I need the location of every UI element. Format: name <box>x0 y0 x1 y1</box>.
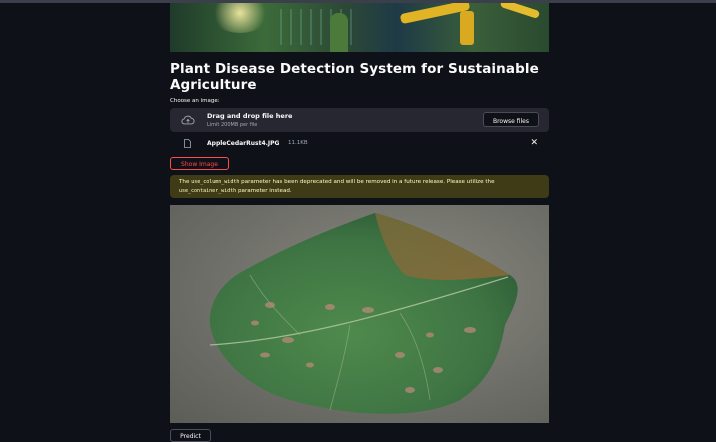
uploaded-file-size: 11.1KB <box>288 140 308 146</box>
uploaded-file-row: AppleCedarRust4.JPG 11.1KB ✕ <box>170 137 549 151</box>
file-icon <box>184 139 191 148</box>
deprecation-warning: The use_column_width parameter has been … <box>170 175 549 198</box>
warning-code-deprecated-param: use_column_width <box>191 179 240 185</box>
predict-button[interactable]: Predict <box>170 429 211 442</box>
uploaded-file-name: AppleCedarRust4.JPG <box>207 139 280 147</box>
file-uploader-dropzone[interactable]: Drag and drop file here Limit 200MB per … <box>170 108 549 132</box>
show-image-button[interactable]: Show Image <box>170 157 229 170</box>
drop-instruction: Drag and drop file here <box>207 112 293 120</box>
page-title: Plant Disease Detection System for Susta… <box>170 61 539 93</box>
leaf-photo <box>209 213 518 414</box>
header-banner-image <box>170 3 549 52</box>
uploaded-leaf-image <box>170 205 549 423</box>
close-icon[interactable]: ✕ <box>530 138 538 148</box>
cloud-upload-icon <box>181 115 195 125</box>
uploader-label: Choose an image: <box>170 98 220 104</box>
file-size-limit: Limit 200MB per file <box>207 121 258 128</box>
browse-files-button[interactable]: Browse files <box>483 112 539 127</box>
warning-code-new-param: use_container_width <box>179 187 237 194</box>
main-content: Plant Disease Detection System for Susta… <box>170 3 549 442</box>
